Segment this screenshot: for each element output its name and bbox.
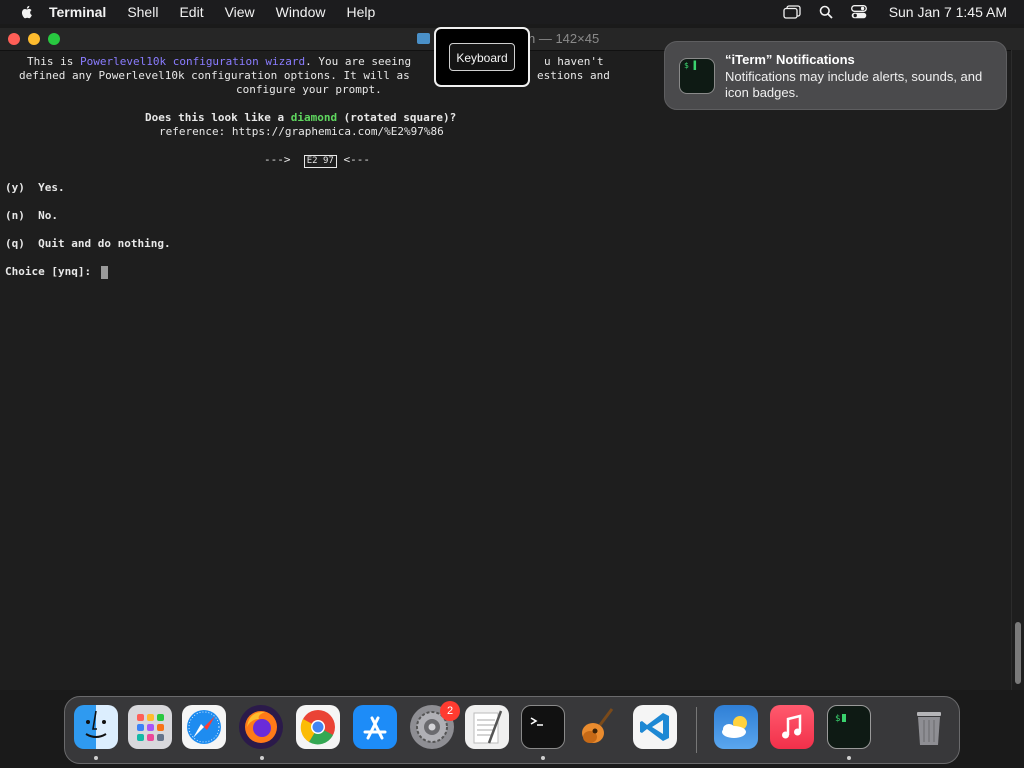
intro-line-1: This is Powerlevel10k configuration wiza…: [27, 55, 412, 68]
apple-logo-icon[interactable]: [19, 4, 35, 20]
intro-line-2: defined any Powerlevel10k configuration …: [19, 69, 410, 82]
question-line: Does this look like a diamond (rotated s…: [145, 111, 457, 124]
terminal-content[interactable]: This is Powerlevel10k configuration wiza…: [0, 50, 1012, 690]
menu-window[interactable]: Window: [276, 0, 326, 24]
dock-textedit-icon[interactable]: [465, 705, 509, 749]
close-button[interactable]: [8, 33, 20, 45]
option-quit: (q) Quit and do nothing.: [5, 237, 171, 250]
iterm-running-dot: [847, 756, 851, 760]
window-title: n — 142×45: [528, 31, 600, 46]
menu-shell[interactable]: Shell: [127, 0, 158, 24]
notification-title: “iTerm” Notifications: [725, 52, 855, 67]
notification-body: Notifications may include alerts, sounds…: [725, 69, 983, 100]
notification-badge: 2: [440, 701, 460, 721]
choice-prompt[interactable]: Choice [ynq]:: [5, 265, 108, 279]
notification-banner[interactable]: $ ▌ “iTerm” Notifications Notifications …: [664, 41, 1007, 110]
dock-separator: [696, 707, 697, 753]
menu-edit[interactable]: Edit: [179, 0, 203, 24]
intro-line-2-tail: estions and: [537, 69, 610, 82]
menu-bar: Terminal Shell Edit View Window Help Sun…: [0, 0, 1024, 24]
wizard-name: Powerlevel10k configuration wizard: [79, 55, 306, 68]
dock-trash-icon[interactable]: [907, 705, 951, 749]
dock-app-store-icon[interactable]: [353, 705, 397, 749]
scrollbar[interactable]: [1011, 50, 1024, 690]
option-yes: (y) Yes.: [5, 181, 65, 194]
menu-extras: Sun Jan 7 1:45 AM: [765, 0, 1007, 24]
iterm-app-icon: $ ▌: [679, 58, 715, 94]
dock-terminal-icon[interactable]: [521, 705, 565, 749]
dock-finder-icon[interactable]: [74, 705, 118, 749]
menu-app-terminal[interactable]: Terminal: [49, 0, 106, 24]
intro-line-3: configure your prompt.: [236, 83, 382, 96]
dock-safari-icon[interactable]: [182, 705, 226, 749]
terminal-window: n — 142×45 This is Powerlevel10k configu…: [0, 28, 1024, 690]
terminal-running-dot: [541, 756, 545, 760]
menu-clock[interactable]: Sun Jan 7 1:45 AM: [889, 4, 1007, 20]
dock-launchpad-icon[interactable]: [128, 705, 172, 749]
keyboard-button[interactable]: Keyboard: [449, 43, 515, 71]
spotlight-search-icon[interactable]: [819, 5, 833, 19]
menu-help[interactable]: Help: [346, 0, 375, 24]
minimize-button[interactable]: [28, 33, 40, 45]
keyboard-tooltip: Keyboard: [434, 27, 530, 87]
glyph-box: E2 97: [303, 155, 337, 168]
zoom-button[interactable]: [48, 33, 60, 45]
dock-vscode-icon[interactable]: [633, 705, 677, 749]
dock: 2 $: [64, 696, 960, 764]
text-cursor: [100, 265, 108, 279]
folder-icon: [417, 33, 430, 44]
svg-text:$: $: [835, 714, 840, 724]
control-center-icon[interactable]: [850, 5, 867, 19]
finder-running-dot: [94, 756, 98, 760]
option-no: (n) No.: [5, 209, 58, 222]
firefox-running-dot: [260, 756, 264, 760]
intro-line-1-tail: u haven't: [544, 55, 604, 68]
dock-firefox-icon[interactable]: [239, 705, 283, 749]
dock-iterm-icon[interactable]: $: [827, 705, 871, 749]
reference-line: reference: https://graphemica.com/%E2%97…: [159, 125, 444, 138]
diamond-word: diamond: [290, 111, 338, 124]
dock-chrome-icon[interactable]: [296, 705, 340, 749]
scroll-thumb[interactable]: [1015, 622, 1021, 684]
dock-garageband-icon[interactable]: [576, 705, 620, 749]
dock-music-icon[interactable]: [770, 705, 814, 749]
dock-weather-icon[interactable]: [714, 705, 758, 749]
window-switcher-icon[interactable]: [783, 5, 801, 19]
glyph-test-line: ---> E2 97 <---: [264, 153, 370, 168]
menu-view[interactable]: View: [225, 0, 255, 24]
